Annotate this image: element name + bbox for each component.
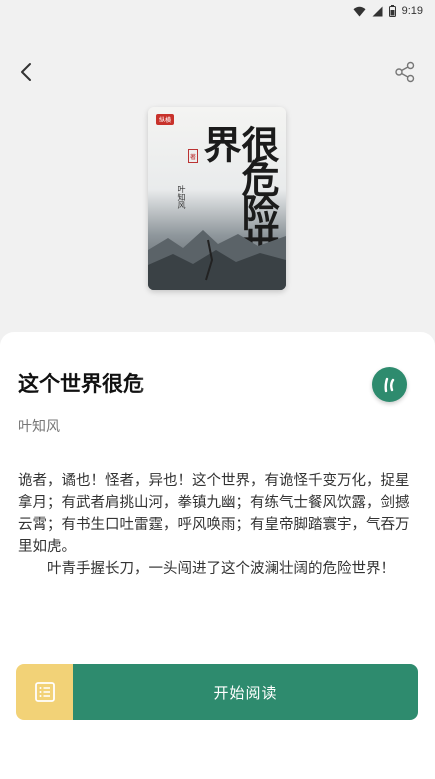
back-button[interactable]: [12, 58, 40, 86]
title-fade-overlay: [138, 364, 178, 396]
back-arrow-icon: [21, 63, 31, 81]
bookshelf-icon: [34, 682, 55, 702]
battery-icon: [388, 5, 396, 17]
book-author: 叶知风: [18, 419, 60, 435]
signal-icon: [372, 6, 383, 17]
book-summary: 诡者，谲也！怪者，异也！这个世界，有诡怪千变万化，捉星拿月；有武者肩挑山河，拳镇…: [18, 470, 420, 580]
leaf-icon: [383, 377, 394, 392]
share-icon: [395, 61, 415, 83]
share-button[interactable]: [391, 58, 419, 86]
wifi-icon: [353, 6, 366, 17]
app-logo-icon[interactable]: [372, 367, 407, 402]
book-title: 这个世界很危: [18, 371, 144, 396]
status-time: 9:19: [401, 5, 423, 17]
summary-paragraph: 叶青手握长刀，一头闯进了这个波澜壮阔的危险世界！: [47, 561, 395, 577]
cover-author: 叶知风: [177, 185, 186, 209]
cover-landscape-art: [148, 230, 286, 290]
book-cover: 纵横 著 很危险世界 叶知风: [148, 107, 286, 290]
status-bar: 9:19: [0, 0, 435, 22]
bottom-action-bar: 开始阅读: [16, 664, 418, 720]
summary-paragraph: 诡者，谲也！怪者，异也！这个世界，有诡怪千变万化，捉星拿月；有武者肩挑山河，拳镇…: [18, 473, 410, 555]
start-reading-button[interactable]: 开始阅读: [73, 664, 418, 720]
bookshelf-button[interactable]: [16, 664, 73, 720]
cover-publisher: 纵横: [156, 114, 175, 125]
